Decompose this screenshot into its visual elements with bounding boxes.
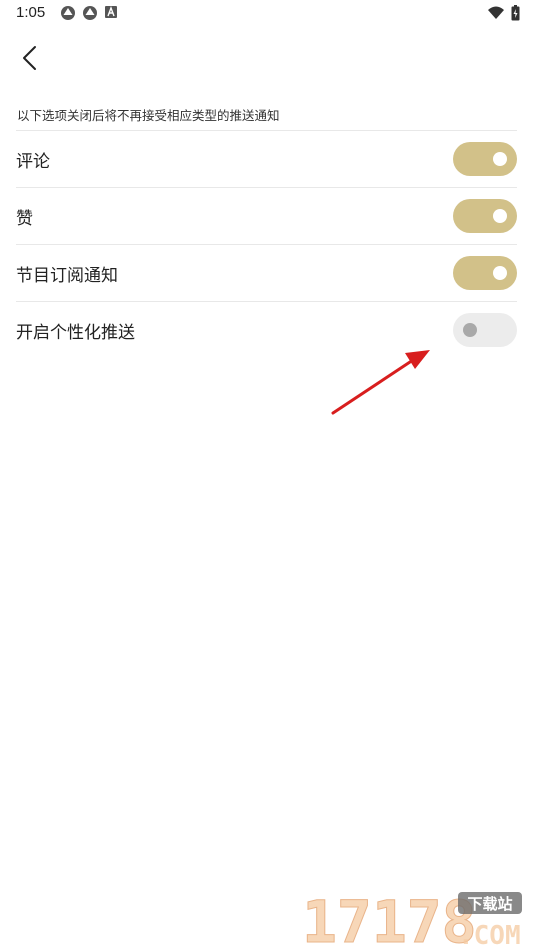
back-button[interactable]	[14, 40, 50, 76]
watermark-domain: .COM	[458, 921, 521, 948]
setting-label: 评论	[16, 151, 50, 172]
status-system-icons	[487, 5, 520, 21]
toggle-knob	[493, 266, 507, 280]
wifi-icon	[488, 6, 504, 19]
aperture-icon	[83, 6, 97, 20]
toggle-knob	[493, 209, 507, 223]
program-subscription-toggle[interactable]	[453, 256, 517, 290]
watermark-number: 17178	[302, 888, 477, 948]
likes-toggle[interactable]	[453, 199, 517, 233]
personalized-push-toggle[interactable]	[453, 313, 517, 347]
watermark-logo: 17178 下载站 .COM	[302, 888, 522, 950]
toggle-knob	[493, 152, 507, 166]
app-a-icon	[105, 6, 117, 18]
battery-charging-icon	[511, 5, 520, 21]
setting-row-likes: 赞	[16, 188, 517, 244]
setting-label: 赞	[16, 208, 33, 229]
hint-text: 以下选项关闭后将不再接受相应类型的推送通知	[17, 108, 280, 123]
status-time: 1:05	[16, 4, 46, 21]
annotation-arrow-shaft	[331, 356, 418, 415]
status-bar: 1:05	[0, 0, 534, 28]
comments-toggle[interactable]	[453, 142, 517, 176]
setting-label: 开启个性化推送	[16, 322, 135, 343]
site-watermark: 17178 下载站 .COM	[298, 888, 528, 950]
aperture-icon	[61, 6, 75, 20]
toggle-knob	[463, 323, 477, 337]
chevron-left-icon	[23, 46, 36, 70]
notification-settings-list: 评论 赞 节目订阅通知 开启个性化推送	[16, 130, 517, 358]
setting-row-personalized-push: 开启个性化推送	[16, 302, 517, 358]
watermark-badge: 下载站	[467, 895, 512, 913]
setting-row-program-subscription: 节目订阅通知	[16, 245, 517, 301]
setting-row-comments: 评论	[16, 131, 517, 187]
status-notification-icons	[60, 5, 118, 21]
setting-label: 节目订阅通知	[16, 265, 118, 286]
